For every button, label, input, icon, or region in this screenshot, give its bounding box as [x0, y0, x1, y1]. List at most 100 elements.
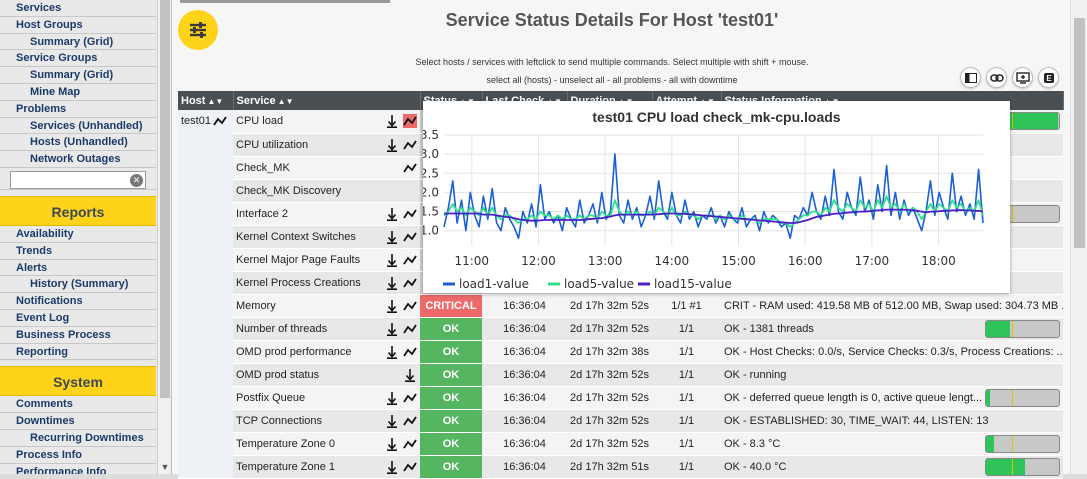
- graph-icon[interactable]: [403, 414, 417, 428]
- service-link[interactable]: OMD prod status: [236, 369, 319, 381]
- action-menu-icon[interactable]: [385, 437, 399, 451]
- system-header[interactable]: System: [0, 366, 156, 397]
- action-menu-icon[interactable]: [385, 207, 399, 221]
- sidebar-item-service-groups[interactable]: Service Groups: [0, 50, 156, 68]
- table-row[interactable]: Postfix Queue OK 16:36:04 2d 17h 32m 52s 1/1…: [178, 386, 1063, 410]
- columns-icon[interactable]: [960, 67, 981, 88]
- action-menu-icon[interactable]: [403, 368, 417, 382]
- main-scroll-thumb[interactable]: [1074, 18, 1085, 248]
- add-dashlet-icon[interactable]: [1012, 67, 1033, 88]
- action-menu-icon[interactable]: [385, 230, 399, 244]
- sidebar-item-downtimes[interactable]: Downtimes: [0, 413, 156, 430]
- link-icon[interactable]: [986, 67, 1007, 88]
- service-link[interactable]: Postfix Queue: [236, 392, 305, 404]
- perfometer-fill: [986, 320, 1011, 337]
- sidebar-item-business-process[interactable]: Business Process: [0, 327, 156, 344]
- service-link[interactable]: Kernel Major Page Faults: [236, 254, 360, 266]
- sidebar-scroll-thumb[interactable]: [160, 0, 170, 398]
- service-link[interactable]: OMD prod performance: [236, 346, 352, 358]
- action-menu-icon[interactable]: [385, 138, 399, 152]
- sidebar-item-mine-map[interactable]: Mine Map: [0, 84, 156, 101]
- table-row[interactable]: Memory CRITICAL 16:36:04 2d 17h 32m 52s 1/1 …: [178, 294, 1063, 318]
- sidebar-item-alerts[interactable]: Alerts: [0, 260, 156, 277]
- table-row[interactable]: TCP Connections OK 16:36:04 2d 17h 32m 52s 1…: [178, 409, 1063, 433]
- main-scrollbar[interactable]: [1070, 0, 1087, 474]
- service-link[interactable]: Temperature Zone 0: [236, 438, 335, 450]
- sidebar-item-host-groups[interactable]: Host Groups: [0, 17, 156, 34]
- service-cell: OMD prod performance: [233, 340, 420, 364]
- service-link[interactable]: Memory: [236, 300, 276, 312]
- graph-icon[interactable]: [403, 253, 417, 267]
- graph-icon[interactable]: [403, 114, 417, 128]
- action-menu-icon[interactable]: [385, 391, 399, 405]
- sidebar-item-history-summary[interactable]: History (Summary): [0, 276, 156, 294]
- graph-icon[interactable]: [403, 161, 417, 175]
- column-header-host[interactable]: Host ▲▼: [178, 91, 234, 110]
- sidebar-item-recurring-downtimes[interactable]: Recurring Downtimes: [0, 430, 156, 447]
- sidebar-item-summary-grid[interactable]: Summary (Grid): [0, 34, 156, 51]
- column-header-service[interactable]: Service ▲▼: [233, 91, 421, 110]
- graph-icon[interactable]: [403, 460, 417, 474]
- sidebar-item-event-log[interactable]: Event Log: [0, 310, 156, 327]
- sidebar-item-network-outages[interactable]: Network Outages: [0, 151, 156, 168]
- sliders-icon[interactable]: [178, 10, 218, 50]
- service-link[interactable]: Number of threads: [236, 323, 327, 335]
- service-link[interactable]: Check_MK: [236, 162, 290, 174]
- graph-icon[interactable]: [403, 138, 417, 152]
- sidebar-item-hosts-unhandled[interactable]: Hosts (Unhandled): [0, 134, 156, 152]
- service-link[interactable]: Check_MK Discovery: [236, 185, 341, 197]
- host-link[interactable]: test01: [181, 115, 211, 127]
- graph-icon[interactable]: [403, 230, 417, 244]
- service-link[interactable]: CPU load: [236, 115, 283, 127]
- y-tick-label: 2.0: [423, 185, 439, 199]
- action-menu-icon[interactable]: [385, 253, 399, 267]
- sidebar-search-input[interactable]: [10, 170, 146, 189]
- table-row[interactable]: Number of threads OK 16:36:04 2d 17h 32m 52…: [178, 317, 1063, 341]
- graph-icon[interactable]: [403, 322, 417, 336]
- action-menu-icon[interactable]: [385, 322, 399, 336]
- sidebar-item-notifications[interactable]: Notifications: [0, 293, 156, 310]
- sidebar-item-summary-grid[interactable]: Summary (Grid): [0, 67, 156, 84]
- sort-arrows-icon[interactable]: ▲▼: [207, 97, 223, 106]
- graph-icon[interactable]: [213, 114, 227, 128]
- action-menu-icon[interactable]: [385, 345, 399, 359]
- x-tick-label: 12:00: [521, 254, 556, 268]
- sort-arrows-icon[interactable]: ▲▼: [278, 97, 294, 106]
- table-row[interactable]: OMD prod performance OK 16:36:04 2d 17h 32m…: [178, 340, 1063, 364]
- sidebar-item-performance-info[interactable]: Performance Info: [0, 464, 156, 474]
- scroll-down-arrow-icon[interactable]: ▼: [160, 462, 170, 472]
- action-menu-icon[interactable]: [385, 299, 399, 313]
- action-menu-icon[interactable]: [385, 414, 399, 428]
- sidebar-item-services[interactable]: Services: [0, 0, 156, 17]
- service-link[interactable]: CPU utilization: [236, 139, 308, 151]
- sidebar-item-reporting[interactable]: Reporting: [0, 344, 156, 361]
- service-link[interactable]: Kernel Process Creations: [236, 277, 361, 289]
- table-row[interactable]: Temperature Zone 0 OK 16:36:04 2d 17h 32m 5…: [178, 432, 1063, 456]
- service-link[interactable]: Temperature Zone 1: [236, 461, 335, 473]
- sidebar-item-problems[interactable]: Problems: [0, 101, 156, 118]
- service-link[interactable]: Kernel Context Switches: [236, 231, 356, 243]
- graph-icon[interactable]: [403, 345, 417, 359]
- sidebar-item-comments[interactable]: Comments: [0, 396, 156, 414]
- graph-icon[interactable]: [403, 391, 417, 405]
- action-menu-icon[interactable]: [385, 460, 399, 474]
- sidebar-item-availability[interactable]: Availability: [0, 226, 156, 243]
- graph-icon[interactable]: [403, 299, 417, 313]
- service-link[interactable]: Interface 2: [236, 208, 288, 220]
- reports-header[interactable]: Reports: [0, 195, 156, 226]
- clear-search-icon[interactable]: ✕: [130, 173, 143, 187]
- select-links[interactable]: select all (hosts) - unselect all - all …: [292, 75, 932, 85]
- graph-icon[interactable]: [403, 207, 417, 221]
- sidebar-item-services-unhandled[interactable]: Services (Unhandled): [0, 118, 156, 135]
- action-menu-icon[interactable]: [385, 276, 399, 290]
- action-menu-icon[interactable]: [385, 114, 399, 128]
- sidebar-item-process-info[interactable]: Process Info: [0, 447, 156, 464]
- sidebar-item-trends[interactable]: Trends: [0, 243, 156, 260]
- graph-icon[interactable]: [403, 276, 417, 290]
- table-row[interactable]: OMD prod status OK 16:36:04 2d 17h 32m 52s 1…: [178, 363, 1063, 387]
- sidebar-scrollbar[interactable]: ▼: [157, 0, 171, 474]
- table-row[interactable]: Temperature Zone 1 OK 16:36:04 2d 17h 32m 5…: [178, 455, 1063, 479]
- graph-icon[interactable]: [403, 437, 417, 451]
- service-link[interactable]: TCP Connections: [236, 415, 322, 427]
- export-icon[interactable]: E: [1038, 67, 1059, 88]
